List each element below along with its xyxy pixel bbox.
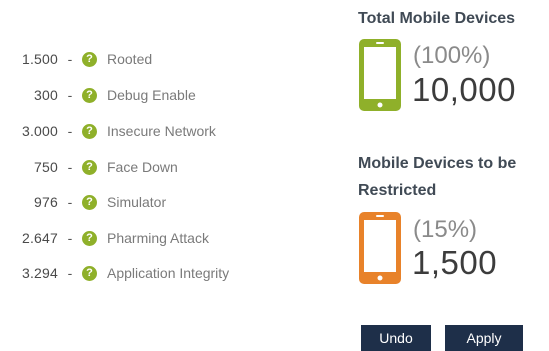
separator: - — [67, 51, 73, 67]
check-label: Pharming Attack — [107, 230, 209, 246]
question-circle-icon[interactable]: ? — [82, 123, 97, 139]
phone-icon — [359, 212, 401, 284]
check-label: Application Integrity — [107, 265, 230, 281]
check-label: Face Down — [107, 159, 178, 175]
check-count: 300 — [34, 87, 58, 103]
total-devices-percent: (100%) — [413, 42, 491, 69]
total-devices-title: Total Mobile Devices — [358, 10, 516, 27]
check-count: 2.647 — [21, 230, 58, 246]
check-count: 976 — [34, 194, 58, 210]
phone-icon — [359, 39, 401, 111]
device-summary-panel: Total Mobile Devices (100%) 10,000 Mobil… — [358, 0, 549, 351]
check-count: 1.500 — [21, 51, 58, 67]
check-label: Simulator — [107, 194, 167, 210]
separator: - — [67, 123, 73, 139]
restricted-devices-percent: (15%) — [413, 216, 478, 243]
question-circle-icon[interactable]: ? — [82, 194, 97, 210]
check-row-application-integrity: 3.294 - ? Application Integrity — [0, 260, 229, 286]
check-label: Insecure Network — [107, 123, 216, 139]
question-circle-icon[interactable]: ? — [82, 159, 97, 175]
check-label: Debug Enable — [107, 87, 196, 103]
check-row-debug-enable: 300 - ? Debug Enable — [0, 82, 196, 108]
check-row-insecure-network: 3.000 - ? Insecure Network — [0, 118, 216, 144]
separator: - — [67, 87, 73, 103]
restricted-devices-value: 1,500 — [412, 244, 498, 281]
check-row-rooted: 1.500 - ? Rooted — [0, 46, 152, 72]
check-count: 3.000 — [21, 123, 58, 139]
separator: - — [67, 194, 73, 210]
security-checks-list: 1.500 - ? Rooted 300 - ? Debug Enable 3.… — [0, 0, 320, 345]
restricted-devices-title-line2: Restricted — [358, 182, 437, 199]
restricted-devices-title-line1: Mobile Devices to be — [358, 155, 517, 172]
question-circle-icon[interactable]: ? — [82, 230, 97, 246]
undo-button[interactable]: Undo — [361, 325, 431, 351]
check-label: Rooted — [107, 51, 153, 67]
check-row-pharming-attack: 2.647 - ? Pharming Attack — [0, 225, 209, 251]
separator: - — [67, 159, 73, 175]
check-count: 3.294 — [21, 265, 58, 281]
check-count: 750 — [34, 159, 58, 175]
check-row-simulator: 976 - ? Simulator — [0, 189, 166, 215]
separator: - — [67, 230, 73, 246]
separator: - — [67, 265, 73, 281]
question-circle-icon[interactable]: ? — [82, 51, 97, 67]
check-row-face-down: 750 - ? Face Down — [0, 154, 178, 180]
question-circle-icon[interactable]: ? — [82, 265, 97, 281]
total-devices-value: 10,000 — [412, 71, 516, 108]
apply-button[interactable]: Apply — [445, 325, 523, 351]
question-circle-icon[interactable]: ? — [82, 87, 97, 103]
